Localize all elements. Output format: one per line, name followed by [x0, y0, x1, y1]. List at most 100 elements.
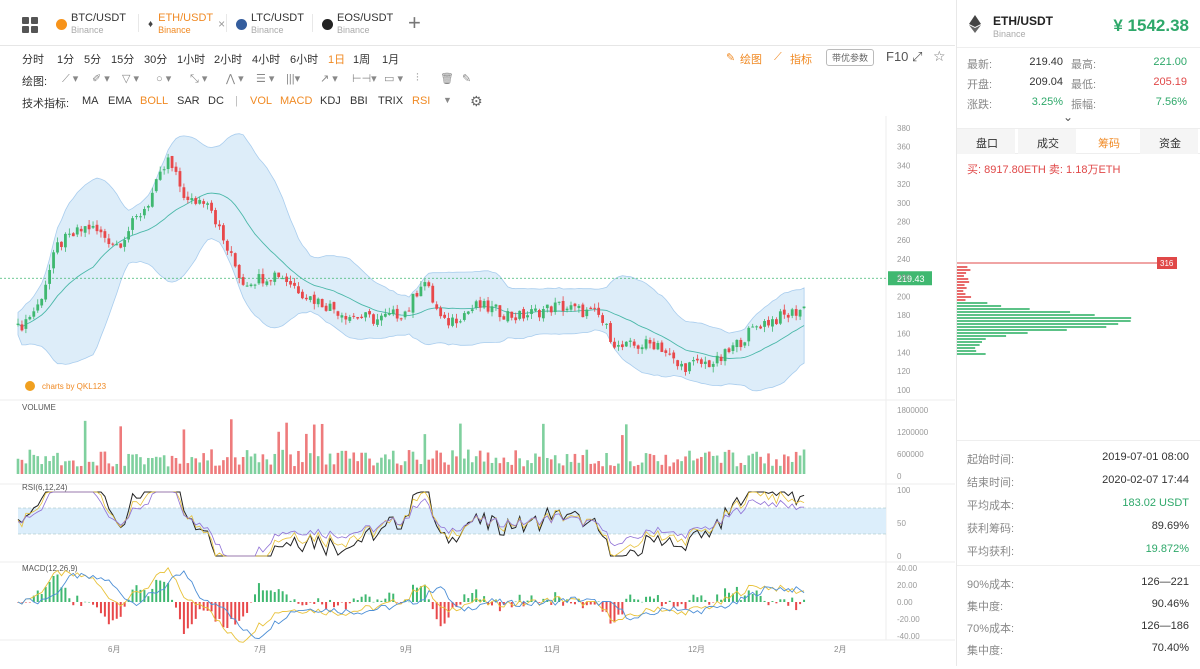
pen-tool-icon[interactable]: ✐ ▾: [92, 72, 110, 85]
timeframe-3[interactable]: 15分: [111, 51, 134, 67]
text-tool-icon[interactable]: ▭ ▾: [384, 72, 403, 85]
volume-bar: [214, 465, 217, 474]
indicator-ma[interactable]: MA: [82, 95, 99, 107]
star-icon[interactable]: ☆: [933, 48, 946, 65]
indicator-vol[interactable]: VOL: [250, 95, 272, 107]
price-chart-area[interactable]: 219.43 380 360 340 320 300 280 260 240 220 200 180 1…: [0, 116, 955, 666]
arrow-tool-icon[interactable]: ⤡ ▾: [190, 72, 207, 86]
candle-body: [617, 345, 620, 347]
price-axis-label: 240: [897, 255, 911, 264]
candle-body: [261, 274, 265, 284]
macd-hist-bar: [218, 602, 221, 619]
macd-hist-bar: [313, 602, 316, 604]
trash-icon[interactable]: 🗑: [440, 72, 454, 85]
candle-body: [344, 315, 348, 320]
params-button[interactable]: 带优参数: [826, 49, 875, 66]
timeframe-5[interactable]: 1小时: [177, 51, 205, 67]
indicator-bbi[interactable]: BBI: [350, 95, 368, 107]
stats-tool-icon[interactable]: ⫶: [416, 72, 419, 85]
volume-bar: [293, 466, 296, 474]
indicator-boll[interactable]: BOLL: [140, 95, 168, 107]
timeframe-8[interactable]: 6小时: [290, 51, 318, 67]
timeframe-6[interactable]: 2小时: [214, 51, 242, 67]
rsi-label: RSI(6,12,24): [22, 483, 68, 492]
timeframe-9[interactable]: 1日: [328, 51, 345, 67]
candle-body: [786, 314, 790, 318]
indicator-dropdown-icon[interactable]: ▼: [443, 95, 452, 105]
indicator-ema[interactable]: EMA: [108, 95, 132, 107]
timeframe-11[interactable]: 1月: [382, 51, 399, 67]
macd-hist-bar: [273, 592, 276, 602]
macd-hist-bar: [660, 602, 663, 607]
circle-tool-icon[interactable]: ○ ▾: [156, 72, 171, 85]
macd-hist-bar: [692, 594, 695, 602]
detail-key: 起始时间:: [967, 454, 1015, 466]
volume-bar: [668, 466, 672, 474]
settings-gear-icon[interactable]: ⚙: [470, 93, 483, 110]
volume-bar: [510, 464, 514, 474]
price-axis-label: 140: [897, 348, 911, 357]
volume-bar: [680, 461, 683, 474]
indicator-button[interactable]: 指标: [790, 51, 812, 67]
macd-hist-bar: [68, 598, 71, 602]
channel-tool-icon[interactable]: ▽ ▾: [122, 72, 139, 85]
macd-hist-bar: [285, 594, 288, 602]
line-tool-icon[interactable]: ⟋ ▾: [62, 72, 78, 86]
close-tab-icon[interactable]: ×: [218, 17, 225, 31]
panel-tab-2[interactable]: 筹码: [1081, 135, 1137, 151]
indicator-sar[interactable]: SAR: [177, 95, 200, 107]
eraser-icon[interactable]: ✎: [462, 72, 471, 85]
indicator-kdj[interactable]: KDJ: [320, 95, 341, 107]
candle-body: [154, 179, 158, 192]
timeframe-7[interactable]: 4小时: [252, 51, 280, 67]
price-axis-label: 120: [897, 367, 911, 376]
chart-svg[interactable]: 219.433803603403203002802602402202001801…: [0, 116, 955, 666]
macd-hist-bar: [799, 602, 802, 605]
timeframe-2[interactable]: 5分: [84, 51, 101, 67]
indicator-rsi[interactable]: RSI: [412, 95, 430, 107]
volume-bar: [546, 457, 549, 474]
fib-tool-icon[interactable]: ☰ ▾: [256, 72, 274, 85]
candle-body: [431, 285, 435, 303]
indicator-macd[interactable]: MACD: [280, 95, 312, 107]
tab-btc-usdt[interactable]: BTC/USDT Binance: [56, 10, 126, 38]
macd-hist-bar: [514, 601, 517, 603]
macd-axis-label: -40.00: [897, 632, 920, 641]
panel-tab-3[interactable]: 资金: [1142, 135, 1198, 151]
tab-eth-usdt[interactable]: ♦ ETH/USDT Binance ×: [148, 10, 225, 38]
expand-chevron-icon[interactable]: ⌄: [1063, 110, 1073, 124]
draw-button[interactable]: 绘图: [740, 51, 762, 67]
measure-tool-icon[interactable]: ⊢⊣▾: [352, 72, 377, 85]
indicator-trix[interactable]: TRIX: [378, 95, 403, 107]
tab-ltc-usdt[interactable]: LTC/USDT Binance: [236, 10, 304, 38]
f10-button[interactable]: F10: [886, 49, 908, 64]
pattern-tool-icon[interactable]: ⋀ ▾: [226, 72, 244, 85]
candle-body: [534, 308, 537, 311]
candle-body: [146, 206, 150, 208]
candle-body: [632, 341, 636, 346]
candle-body: [692, 360, 695, 362]
stat-value: 221.00: [1153, 56, 1187, 68]
candle-body: [739, 339, 743, 348]
volume-bar: [538, 456, 541, 474]
timeframe-4[interactable]: 30分: [144, 51, 167, 67]
price-axis-label: 360: [897, 143, 911, 152]
macd-hist-bar: [44, 586, 47, 602]
macd-hist-bar: [167, 583, 170, 602]
panel-tab-0[interactable]: 盘口: [959, 135, 1015, 151]
timeframe-0[interactable]: 分时: [22, 51, 44, 67]
gann-tool-icon[interactable]: |||▾: [286, 72, 300, 85]
add-tab-icon[interactable]: +: [408, 12, 421, 34]
candle-body: [64, 233, 67, 248]
indicator-dc[interactable]: DC: [208, 95, 224, 107]
panel-tab-1[interactable]: 成交: [1020, 135, 1076, 151]
volume-bar: [111, 466, 115, 474]
timeframe-1[interactable]: 1分: [57, 51, 74, 67]
fullscreen-icon[interactable]: ⤢: [912, 49, 922, 65]
grid-menu-icon[interactable]: [22, 17, 38, 33]
projection-tool-icon[interactable]: ↗ ▾: [320, 72, 338, 85]
tab-eos-usdt[interactable]: EOS/USDT Binance: [322, 10, 393, 38]
timeframe-10[interactable]: 1周: [353, 51, 370, 67]
draw-tool-icon[interactable]: ✎: [726, 51, 735, 64]
indicator-tool-icon[interactable]: ⟋: [774, 51, 782, 64]
